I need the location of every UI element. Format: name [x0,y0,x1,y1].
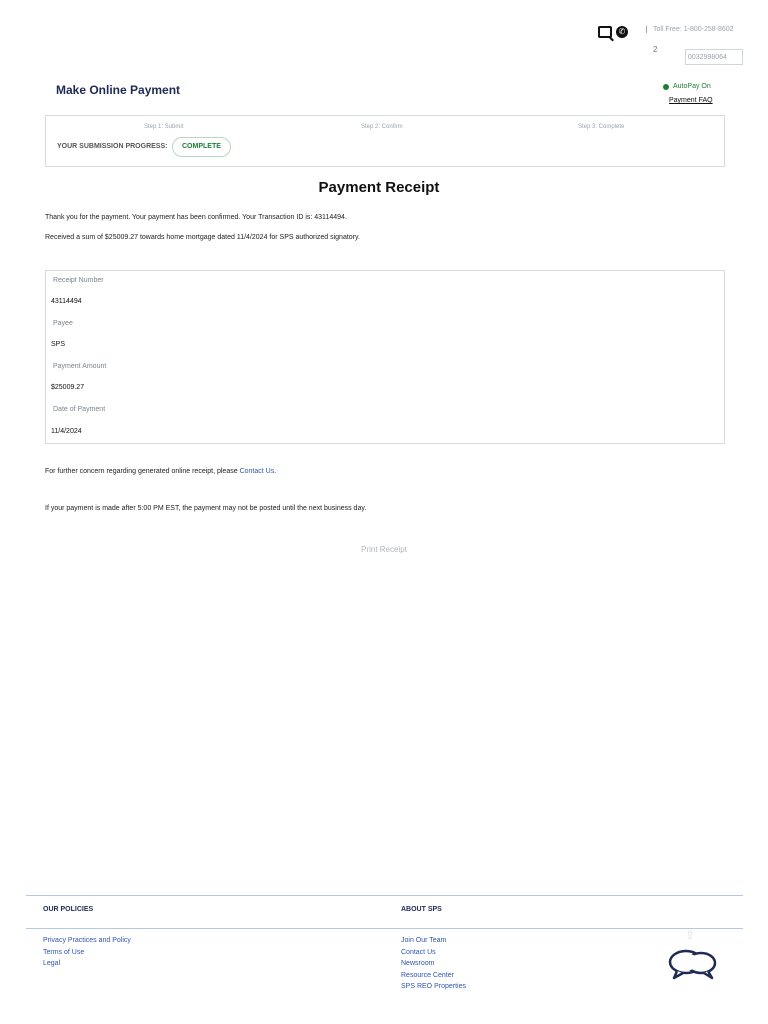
about-sps-heading: ABOUT SPS [401,906,442,913]
footer-divider-bottom [26,928,743,929]
toll-free-number: Toll Free: 1-800-258-8602 [646,26,734,33]
concern-suffix: . [274,468,277,475]
step-submit: Step 1: Submit [144,124,184,130]
payment-amount-label: Payment Amount [53,363,107,370]
search-icon[interactable] [598,26,612,38]
concern-prefix: For further concern regarding generated … [45,468,238,475]
payee-label: Payee [53,320,73,327]
contact-us-link[interactable]: Contact Us [240,468,275,475]
print-receipt-button[interactable]: Print Receipt [0,545,768,554]
payment-date-value: 11/4/2024 [51,428,82,435]
footer-link-terms[interactable]: Terms of Use [43,947,131,959]
posting-cutoff-note: If your payment is made after 5:00 PM ES… [45,505,367,512]
sps-logo[interactable] [30,40,150,72]
footer-link-join-team[interactable]: Join Our Team [401,935,466,947]
payment-faq-link[interactable]: Payment FAQ [669,97,713,104]
payment-amount-value: $25009.27 [51,384,85,391]
our-policies-heading: OUR POLICIES [43,906,94,913]
confirmation-message: Thank you for the payment. Your payment … [45,214,347,221]
payment-date-label: Date of Payment [53,406,106,413]
autopay-status: AutoPay On [663,83,711,90]
receipt-details: Receipt Number 43114494 Payee SPS Paymen… [45,270,725,444]
scroll-top-icon[interactable]: ⇧ [685,928,695,942]
receipt-number-label: Receipt Number [53,277,104,284]
footer-link-reo-properties[interactable]: SPS REO Properties [401,981,466,993]
footer-link-newsroom[interactable]: Newsroom [401,958,466,970]
further-concern-text: For further concern regarding generated … [45,468,276,475]
phone-icon[interactable]: ✆ [616,26,628,38]
receipt-number-value: 43114494 [51,298,82,305]
status-dot-icon [663,83,669,90]
payee-value: SPS [51,341,66,348]
about-links: Join Our Team Contact Us Newsroom Resour… [401,935,466,993]
policies-links: Privacy Practices and Policy Terms of Us… [43,935,131,970]
progress-status-badge: COMPLETE [172,137,231,157]
progress-label: YOUR SUBMISSION PROGRESS: [57,143,168,150]
footer-link-legal[interactable]: Legal [43,958,131,970]
autopay-label: AutoPay On [673,83,711,90]
notification-count: 2 [653,45,658,54]
page-title: Make Online Payment [56,83,181,97]
header-icons: ✆ [598,26,628,38]
step-confirm: Step 2: Confirm [361,124,403,130]
payment-summary: Received a sum of $25009.27 towards home… [45,234,360,241]
chat-icon[interactable] [668,948,718,980]
footer-link-privacy[interactable]: Privacy Practices and Policy [43,935,131,947]
account-number-field[interactable] [685,49,743,65]
footer-link-contact-us[interactable]: Contact Us [401,947,466,959]
submission-progress: Step 1: Submit Step 2: Confirm Step 3: C… [45,115,725,167]
footer-divider-top [26,895,743,896]
footer-link-resource-center[interactable]: Resource Center [401,970,466,982]
step-complete: Step 3: Complete [578,124,625,130]
receipt-title: Payment Receipt [318,179,440,196]
